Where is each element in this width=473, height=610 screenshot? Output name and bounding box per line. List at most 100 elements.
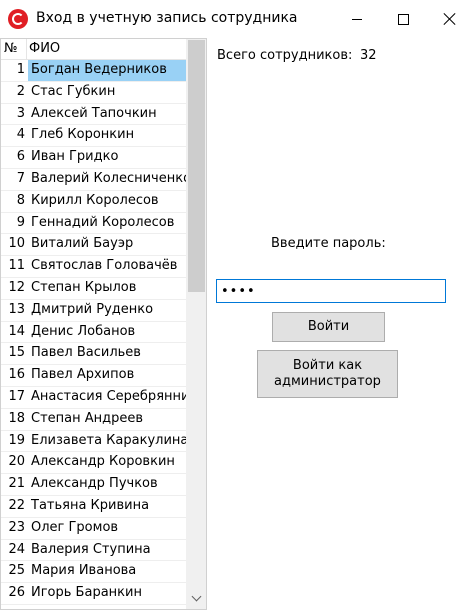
list-item-name: Дмитрий Руденко [31, 301, 154, 317]
employee-count-value: 32 [360, 48, 377, 63]
chevron-down-icon [191, 591, 202, 602]
list-item-number: 7 [16, 170, 25, 186]
list-item[interactable]: 2 Стас Губкин [1, 82, 186, 104]
list-item-name: Кирилл Королесов [31, 192, 159, 208]
password-label: Введите пароль: [271, 236, 386, 251]
list-item-number: 13 [8, 301, 25, 317]
password-input[interactable] [216, 279, 446, 303]
list-item[interactable]: 13 Дмитрий Руденко [1, 300, 186, 322]
list-item-name: Игорь Баранкин [31, 585, 142, 601]
list-item[interactable]: 12 Степан Крылов [1, 278, 186, 300]
maximize-icon [397, 13, 409, 25]
list-item-number: 11 [8, 258, 25, 274]
list-item-number: 15 [8, 345, 25, 361]
list-item-name: Валерий Колесниченко [31, 170, 186, 186]
list-item[interactable]: 22 Татьяна Кривина [1, 496, 186, 518]
list-item-name: Александр Пучков [31, 476, 158, 492]
list-item-number: 19 [8, 432, 25, 448]
list-item-name: Валерия Ступина [31, 541, 151, 557]
list-item-name: Святослав Головачёв [31, 258, 178, 274]
list-item-name: Богдан Ведерников [28, 60, 186, 81]
list-item-name: Степан Крылов [31, 279, 137, 295]
list-item[interactable]: 9 Геннадий Королесов [1, 213, 186, 235]
list-item-number: 17 [8, 388, 25, 404]
list-header: № ФИО [1, 39, 186, 60]
list-item-name: Иван Гридко [31, 149, 119, 165]
list-item-number: 18 [8, 410, 25, 426]
list-item-name: Мария Иванова [31, 563, 137, 579]
list-item-number: 1 [16, 62, 25, 77]
list-item-number: 8 [16, 192, 25, 208]
list-item-number: 14 [8, 323, 25, 339]
list-item[interactable]: 1 Богдан Ведерников [1, 60, 186, 82]
list-item-number: 23 [8, 519, 25, 535]
list-item-number: 25 [8, 563, 25, 579]
list-item[interactable]: 7 Валерий Колесниченко [1, 169, 186, 191]
column-header-number[interactable]: № [4, 41, 18, 56]
window-title: Вход в учетную запись сотрудника [36, 10, 298, 26]
login-button[interactable]: Войти [272, 312, 385, 342]
list-item-name: Татьяна Кривина [31, 497, 150, 513]
list-item[interactable]: 17 Анастасия Серебрянникова [1, 387, 186, 409]
list-item-number: 2 [16, 83, 25, 99]
list-item[interactable]: 19 Елизавета Каракулина [1, 431, 186, 453]
list-item[interactable]: 20 Александр Коровкин [1, 452, 186, 475]
list-item[interactable]: 15 Павел Васильев [1, 343, 186, 366]
list-item[interactable]: 14 Денис Лобанов [1, 322, 186, 344]
list-item-number: 10 [8, 236, 25, 252]
minimize-button[interactable] [334, 0, 380, 38]
column-header-name[interactable]: ФИО [29, 41, 60, 56]
list-item[interactable]: 24 Валерия Ступина [1, 540, 186, 562]
column-divider[interactable] [26, 39, 27, 60]
close-button[interactable] [427, 0, 473, 38]
list-item[interactable]: 4 Глеб Коронкин [1, 125, 186, 148]
list-item-name: Анастасия Серебрянникова [31, 388, 186, 404]
list-item[interactable]: 21 Александр Пучков [1, 474, 186, 496]
list-item-number: 20 [8, 454, 25, 470]
list-item-name: Стас Губкин [31, 83, 116, 99]
list-item-number: 16 [8, 367, 25, 383]
admin-login-button[interactable]: Войти как администратор [257, 350, 398, 398]
title-bar: Вход в учетную запись сотрудника [0, 0, 473, 38]
list-item-name: Геннадий Королесов [31, 214, 175, 230]
list-item[interactable]: 23 Олег Громов [1, 518, 186, 540]
maximize-button[interactable] [380, 0, 426, 38]
list-item-name: Алексей Тапочкин [31, 105, 157, 121]
list-item[interactable]: 18 Степан Андреев [1, 409, 186, 431]
close-icon [443, 12, 457, 26]
list-item-name: Елизавета Каракулина [31, 432, 186, 448]
list-item-number: 21 [8, 476, 25, 492]
list-item[interactable]: 10 Виталий Бауэр [1, 234, 186, 257]
minimize-icon [352, 18, 362, 20]
list-item-number: 24 [8, 541, 25, 557]
list-item[interactable]: 26 Игорь Баранкин [1, 583, 186, 605]
list-item-name: Олег Громов [31, 519, 119, 535]
list-item-number: 9 [16, 214, 25, 230]
list-item[interactable]: 11 Святослав Головачёв [1, 256, 186, 278]
list-item-number: 26 [8, 585, 25, 601]
list-item[interactable]: 25 Мария Иванова [1, 561, 186, 584]
list-item-name: Виталий Бауэр [31, 236, 134, 252]
list-item[interactable]: 16 Павел Архипов [1, 365, 186, 387]
list-item-number: 3 [16, 105, 25, 121]
scroll-down-button[interactable] [186, 590, 206, 607]
employee-list[interactable]: № ФИО 1 Богдан Ведерников 2 Стас Губкин 3 Але… [0, 38, 207, 610]
list-item-name: Денис Лобанов [31, 323, 136, 339]
list-item-name: Степан Андреев [31, 410, 144, 426]
vertical-scrollbar[interactable] [186, 39, 206, 609]
scrollbar-thumb[interactable] [188, 40, 205, 292]
list-rows: 1 Богдан Ведерников 2 Стас Губкин 3 Алексей Т… [1, 60, 186, 605]
list-item-name: Павел Архипов [31, 367, 135, 383]
list-item-number: 4 [16, 127, 25, 143]
list-item-number: 22 [8, 497, 25, 513]
list-item-number: 6 [16, 149, 25, 165]
list-item-name: Глеб Коронкин [31, 127, 135, 143]
app-logo-icon [8, 9, 28, 29]
employee-count-label: Всего сотрудников: [217, 48, 353, 63]
list-item-number: 12 [8, 279, 25, 295]
list-item[interactable]: 8 Кирилл Королесов [1, 191, 186, 213]
list-item[interactable]: 3 Алексей Тапочкин [1, 104, 186, 126]
list-item-name: Александр Коровкин [31, 454, 175, 470]
list-item[interactable]: 6 Иван Гридко [1, 147, 186, 169]
list-item-name: Павел Васильев [31, 345, 141, 361]
